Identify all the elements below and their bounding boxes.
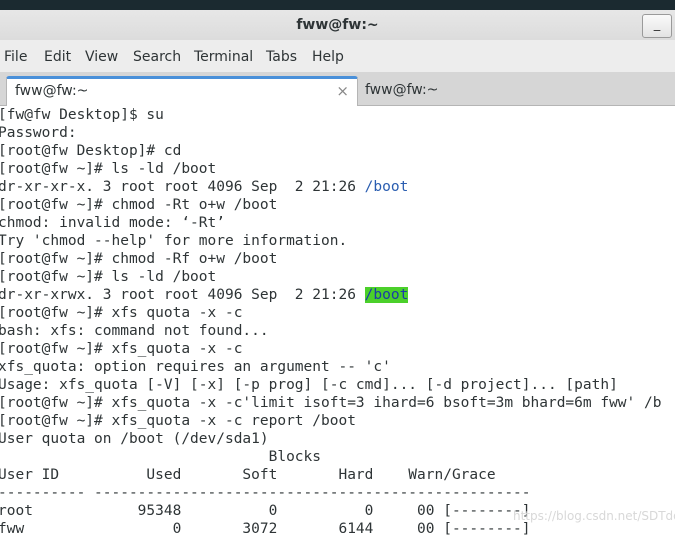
desktop-top-strip	[0, 0, 675, 10]
watermark-text: https://blog.csdn.net/SDTdd	[513, 509, 675, 523]
terminal-line: dr-xr-xr-x. 3 root root 4096 Sep 2 21:26…	[0, 178, 408, 196]
terminal-line: ---------- -----------------------------…	[0, 485, 531, 501]
terminal-line: [root@fw ~]# ls -ld /boot	[0, 269, 217, 285]
terminal-line: [root@fw ~]# chmod -Rf o+w /boot	[0, 251, 278, 267]
ls-output-text: dr-xr-xr-x. 3 root root 4096 Sep 2 21:26	[0, 179, 365, 195]
directory-name-highlighted: /boot	[364, 287, 409, 303]
terminal-line: bash: xfs: command not found...	[0, 323, 269, 339]
terminal-output[interactable]: [fw@fw Desktop]$ su Password: [root@fw D…	[0, 106, 675, 537]
terminal-line: [root@fw ~]# xfs_quota -x -c report /boo…	[0, 413, 356, 429]
terminal-line: Usage: xfs_quota [-V] [-x] [-p prog] [-c…	[0, 377, 618, 393]
menu-file[interactable]: File	[4, 40, 27, 72]
minimize-button[interactable]: _	[642, 14, 672, 38]
terminal-line: [root@fw ~]# chmod -Rt o+w /boot	[0, 197, 278, 213]
terminal-line: Password:	[0, 125, 77, 141]
tab-strip: fww@fw:~ × fww@fw:~	[0, 72, 675, 106]
close-icon[interactable]: ×	[336, 79, 349, 103]
terminal-line: fww 0 3072 6144 00 [--------]	[0, 521, 531, 537]
terminal-line: User quota on /boot (/dev/sda1)	[0, 431, 269, 447]
menu-view[interactable]: View	[85, 40, 118, 72]
terminal-line: chmod: invalid mode: ‘-Rt’	[0, 215, 225, 231]
terminal-line: Blocks	[0, 449, 322, 465]
ls-output-text: dr-xr-xrwx. 3 root root 4096 Sep 2 21:26	[0, 287, 365, 303]
tab-terminal-2[interactable]: fww@fw:~	[360, 76, 675, 106]
terminal-line: [root@fw ~]# xfs_quota -x -c'limit isoft…	[0, 395, 662, 411]
menu-search[interactable]: Search	[133, 40, 181, 72]
menu-help[interactable]: Help	[312, 40, 344, 72]
window-titlebar: fww@fw:~ _	[0, 0, 675, 40]
terminal-line: [root@fw ~]# xfs_quota -x -c	[0, 341, 243, 357]
window-title: fww@fw:~	[296, 17, 379, 33]
menu-edit[interactable]: Edit	[44, 40, 71, 72]
tab-terminal-1[interactable]: fww@fw:~ ×	[6, 76, 358, 106]
directory-name: /boot	[364, 179, 409, 195]
terminal-line: [root@fw ~]# ls -ld /boot	[0, 161, 217, 177]
menu-tabs[interactable]: Tabs	[266, 40, 297, 72]
tab-label: fww@fw:~	[365, 82, 439, 98]
terminal-line: [fw@fw Desktop]$ su	[0, 107, 164, 123]
terminal-line: [root@fw ~]# xfs quota -x -c	[0, 305, 243, 321]
terminal-line: Try 'chmod --help' for more information.	[0, 233, 348, 249]
terminal-line: dr-xr-xrwx. 3 root root 4096 Sep 2 21:26…	[0, 286, 409, 304]
tab-label: fww@fw:~	[15, 83, 89, 99]
terminal-line: xfs_quota: option requires an argument -…	[0, 359, 391, 375]
menu-terminal[interactable]: Terminal	[194, 40, 253, 72]
terminal-line: [root@fw Desktop]# cd	[0, 143, 182, 159]
terminal-line: User ID Used Soft Hard Warn/Grace	[0, 467, 496, 483]
terminal-line: root 95348 0 0 00 [--------]	[0, 503, 531, 519]
menu-bar: File Edit View Search Terminal Tabs Help	[0, 40, 675, 72]
